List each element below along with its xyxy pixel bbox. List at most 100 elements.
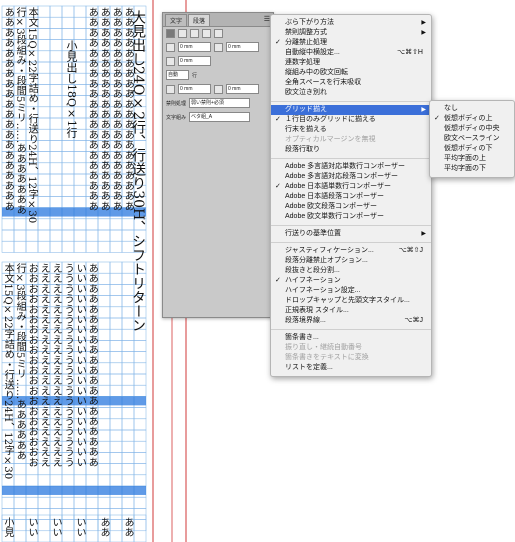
grid-cell	[97, 373, 111, 386]
grid-cell	[97, 272, 111, 285]
menu-item[interactable]: ✓ Adobe 日本語単数行コンポーザー	[271, 182, 431, 192]
checkmark-icon: ✓	[275, 183, 281, 190]
grid-cell	[109, 306, 123, 319]
menu-item[interactable]: ✓ 分離禁止処理	[271, 38, 431, 48]
grid-cell	[13, 519, 27, 532]
menu-item[interactable]: 連数字処理	[271, 58, 431, 68]
menu-item[interactable]: Adobe 多言語対応段落コンポーザー	[271, 172, 431, 182]
grid-cell	[1, 229, 15, 242]
grid-cell	[37, 16, 51, 29]
kinsoku-row: 禁則処理 弱い禁則+必須	[163, 96, 273, 110]
menu-item[interactable]: ぶら下がり方法 ▶	[271, 18, 431, 28]
body-bottom-line: ええええええええええええええええええええ	[50, 263, 62, 467]
grid-cell	[109, 328, 123, 341]
menu-item[interactable]: ✓ ハイフネーション	[271, 276, 431, 286]
align-right-icon[interactable]	[190, 29, 199, 38]
grid-cell	[61, 5, 75, 18]
menu-item[interactable]: 仮想ボディの下	[430, 144, 514, 154]
headline[interactable]: 大見出し24Q×2行、行送り30H、シフトリターン	[130, 10, 146, 530]
menu-item[interactable]: ジャスティフィケーション... ⌥⌘⇧J	[271, 246, 431, 256]
menu-item[interactable]: 縦組み中の欧文回転	[271, 68, 431, 78]
menu-item[interactable]: 段落行取り	[271, 145, 431, 155]
bottom-label: いい	[74, 517, 85, 537]
menu-item[interactable]: 欧文ベースライン	[430, 134, 514, 144]
subhead[interactable]: 小見出し18Q×1行	[65, 40, 78, 190]
first-line-indent-field[interactable]: 0 mm	[178, 56, 211, 66]
tab-paragraph[interactable]: 段落	[188, 14, 211, 26]
space-before-field[interactable]: 0 mm	[178, 84, 211, 94]
grid-cell	[85, 514, 99, 542]
align-center-icon[interactable]	[178, 29, 187, 38]
menu-item[interactable]: 禁則調整方式 ▶	[271, 28, 431, 38]
grid-cell	[49, 106, 63, 119]
indent-row-2: 0 mm	[163, 54, 273, 68]
menu-item[interactable]: 段落分離禁止オプション...	[271, 256, 431, 266]
grid-cell	[97, 418, 111, 431]
grid-cell	[73, 196, 87, 208]
grid-cell	[13, 474, 27, 487]
menu-item-label: 行送りの基準位置	[285, 230, 341, 237]
grid-cell	[25, 229, 39, 242]
grid-cell	[97, 218, 111, 231]
justify-all-icon[interactable]	[214, 29, 223, 38]
body-top-line: ああああああああああああああああああああ	[86, 7, 98, 211]
menu-item[interactable]: 全角スペースを行末吸収	[271, 78, 431, 88]
menu-item[interactable]: ✓ １行目のみグリッドに揃える	[271, 115, 431, 125]
paragraph-panel-flyout-menu[interactable]: ぶら下がり方法 ▶ 禁則調整方式 ▶ ✓ 分離禁止処理 自動縦中横設定... ⌥⌘⇧H 連数字処…	[270, 14, 432, 377]
menu-item[interactable]: リストを定義...	[271, 363, 431, 373]
menu-item: 箇条書きをテキストに変換	[271, 353, 431, 363]
menu-item[interactable]: 平均字面の上	[430, 154, 514, 164]
menu-item[interactable]: Adobe 欧文単数行コンポーザー	[271, 212, 431, 222]
grid-cell	[13, 514, 27, 542]
menu-item-label: １行目のみグリッドに揃える	[285, 116, 376, 123]
grid-cell	[97, 496, 111, 509]
align-left-icon[interactable]	[166, 29, 175, 38]
kinsoku-select[interactable]: 弱い禁則+必須	[189, 98, 251, 108]
grid-cell	[109, 429, 123, 442]
menu-item[interactable]: ドロップキャップと先頭文字スタイル...	[271, 296, 431, 306]
space-after-field[interactable]: 0 mm	[226, 84, 259, 94]
menu-item-label: 全角スペースを行末吸収	[285, 79, 362, 86]
body-top-line: ああああああああああああああああああああ	[122, 7, 134, 211]
menu-item[interactable]: 行送りの基準位置 ▶	[271, 229, 431, 239]
menu-item[interactable]: 行末を揃える	[271, 125, 431, 135]
body-bottom-line: 行×3段組み・段間5ミリ……ああああああ	[14, 263, 26, 461]
menu-item[interactable]: なし	[430, 104, 514, 114]
left-indent-field[interactable]: 0 mm	[178, 42, 211, 52]
menu-item[interactable]: 欧文泣き別れ	[271, 88, 431, 98]
menu-item-label: 仮想ボディの下	[444, 145, 493, 152]
grid-cell	[73, 5, 87, 18]
tab-character[interactable]: 文字	[165, 14, 188, 26]
menu-item-label: 禁則調整方式	[285, 29, 327, 36]
subhead-text: 小見出し18Q×1行	[65, 40, 78, 139]
menu-item-label: オプティカルマージンを無視	[285, 136, 376, 143]
justify-icon[interactable]	[202, 29, 211, 38]
space-row: 0 mm 0 mm	[163, 82, 273, 96]
grid-cell	[49, 474, 63, 487]
menu-item[interactable]: 正規表現 スタイル...	[271, 306, 431, 316]
paragraph-panel[interactable]: 文字 段落 ☰ 0 mm 0 mm 0 mm 自動 行 0 mm 0 mm 禁則…	[162, 12, 274, 318]
menu-item[interactable]: Adobe 欧文段落コンポーザー	[271, 202, 431, 212]
menu-item[interactable]: 平均字面の下	[430, 164, 514, 174]
bottom-label: 小見	[2, 517, 13, 537]
grid-cell	[37, 5, 51, 18]
menu-item[interactable]: ✓ 仮想ボディの上	[430, 114, 514, 124]
grid-alignment-submenu[interactable]: なし ✓ 仮想ボディの上 仮想ボディの中央 欧文ベースライン 仮想ボディの下平均字面の上平…	[429, 100, 515, 178]
menu-item[interactable]: ハイフネーション設定...	[271, 286, 431, 296]
menu-item[interactable]: 段抜きと段分割...	[271, 266, 431, 276]
grid-cell	[1, 218, 15, 231]
grid-cell	[97, 351, 111, 364]
menu-item[interactable]: グリッド揃え ▶	[271, 105, 431, 115]
grid-cell	[37, 28, 51, 40]
menu-item-label: 箇条書き...	[285, 334, 319, 341]
menu-item[interactable]: 段落境界線... ⌥⌘J	[271, 316, 431, 326]
menu-item[interactable]: Adobe 多言語対応単数行コンポーザー	[271, 162, 431, 172]
mojikumi-select[interactable]: ベタ組_A	[189, 112, 251, 122]
auto-field[interactable]: 自動	[166, 70, 189, 80]
grid-cell	[97, 463, 111, 476]
menu-item[interactable]: 仮想ボディの中央	[430, 124, 514, 134]
menu-item[interactable]: 自動縦中横設定... ⌥⌘⇧H	[271, 48, 431, 58]
menu-item[interactable]: 箇条書き...	[271, 333, 431, 343]
menu-item[interactable]: Adobe 日本語段落コンポーザー	[271, 192, 431, 202]
right-indent-field[interactable]: 0 mm	[226, 42, 259, 52]
